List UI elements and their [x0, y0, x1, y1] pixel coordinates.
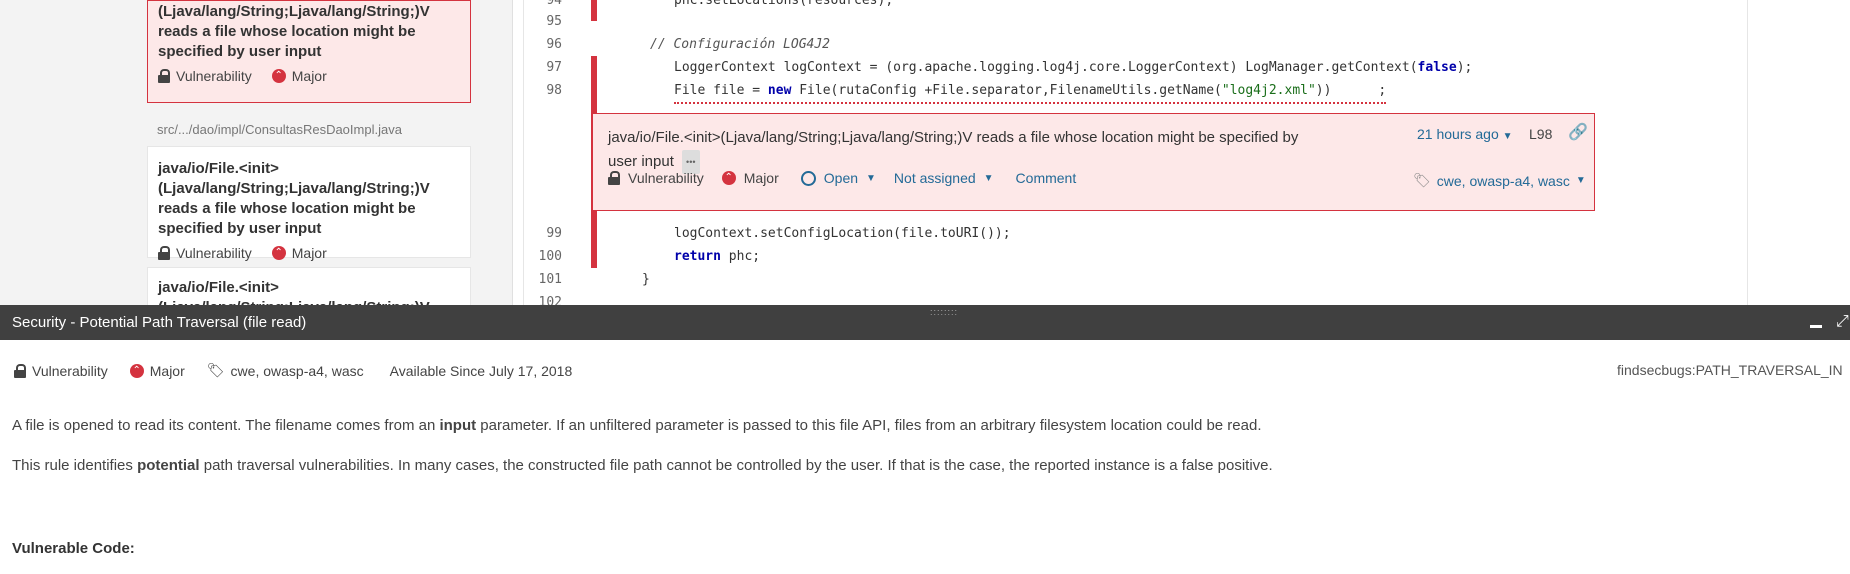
issue-severity: Major — [743, 170, 779, 186]
line-number: 99 — [546, 226, 562, 241]
line-number: 100 — [538, 249, 562, 264]
rule-description-paragraph: This rule identifies potential path trav… — [12, 457, 1273, 474]
issue-marker-bar — [591, 79, 597, 102]
issue-type: Vulnerability — [176, 245, 252, 261]
line-number: 101 — [538, 272, 562, 287]
chevron-down-icon: ▼ — [983, 172, 994, 184]
issue-tags[interactable]: 🏷 cwe, owasp-a4, wasc ▼ — [1413, 172, 1586, 189]
vulnerable-code-heading: Vulnerable Code: — [12, 540, 135, 557]
code-text: LoggerContext logContext = (org.apache.l… — [674, 60, 1473, 75]
issue-card-title: (Ljava/lang/String;Ljava/lang/String;)V … — [158, 3, 430, 60]
issue-card[interactable]: java/io/File.<init>(Ljava/lang/String;Lj… — [147, 146, 471, 261]
rule-title: Security - Potential Path Traversal (fil… — [12, 314, 307, 331]
unlock-icon — [14, 363, 26, 378]
status-open-icon — [800, 170, 816, 186]
issue-type: Vulnerability — [176, 68, 252, 84]
line-number: 98 — [546, 83, 562, 98]
issue-detail-box[interactable]: java/io/File.<init>(Ljava/lang/String;Lj… — [592, 113, 1595, 211]
issue-time[interactable]: 21 hours ago ▼ — [1417, 126, 1513, 142]
code-text: return phc; — [674, 249, 761, 264]
issue-marker-bar — [591, 10, 597, 21]
assignee-dropdown[interactable]: Not assigned — [894, 170, 976, 186]
chevron-down-icon: ▼ — [866, 172, 876, 184]
issue-type: Vulnerability — [628, 170, 704, 186]
chevron-down-icon: ▼ — [1575, 175, 1586, 186]
issue-line-number: L98 — [1529, 126, 1553, 142]
issue-severity: Major — [291, 245, 327, 261]
rule-panel-body: Vulnerability ⌃ Major 🏷 cwe, owasp-a4, was… — [0, 340, 1850, 574]
resize-handle[interactable]: :::::::: — [930, 307, 958, 317]
code-text: } — [642, 272, 650, 287]
code-line: 101 } — [524, 268, 1747, 291]
status-dropdown[interactable]: Open — [824, 170, 858, 186]
issue-card-selected[interactable]: (Ljava/lang/String;Ljava/lang/String;)V … — [147, 0, 471, 103]
tag-icon: 🏷 — [1413, 172, 1431, 188]
tag-icon: 🏷 — [206, 362, 225, 378]
line-number: 97 — [546, 60, 562, 75]
issue-actions: Vulnerability ⌃ Major Open ▼ Not assigne… — [608, 170, 1076, 186]
unlock-icon — [158, 69, 170, 83]
major-severity-icon: ⌃ — [271, 246, 286, 260]
expand-icon[interactable]: ⤢ — [1836, 313, 1849, 331]
code-line: 99 logContext.setConfigLocation(file.toU… — [524, 222, 1747, 245]
code-line: 98 File file = new File(rutaConfig +File… — [524, 79, 1747, 104]
rule-type: Vulnerability — [14, 363, 108, 379]
unlock-icon — [608, 171, 620, 185]
code-line: 95 — [524, 10, 1747, 33]
rule-panel-header: Security - Potential Path Traversal (fil… — [0, 305, 1850, 340]
rule-severity: ⌃ Major — [129, 363, 185, 379]
major-severity-icon: ⌃ — [129, 363, 144, 378]
rule-meta: Vulnerability ⌃ Major 🏷 cwe, owasp-a4, was… — [14, 362, 572, 379]
unlock-icon — [158, 246, 170, 260]
line-number: 96 — [546, 37, 562, 52]
code-text: logContext.setConfigLocation(file.toURI(… — [674, 226, 1011, 241]
permalink-icon[interactable]: 🔗 — [1568, 122, 1588, 142]
rule-description-paragraph: A file is opened to read its content. Th… — [12, 417, 1262, 434]
code-line: 97 LoggerContext logContext = (org.apach… — [524, 56, 1747, 79]
chevron-down-icon: ▼ — [1502, 131, 1513, 142]
issue-marker-bar — [591, 56, 597, 79]
issue-message-line: java/io/File.<init>(Ljava/lang/String;Lj… — [608, 129, 1299, 146]
issue-card-title: java/io/File.<init>(Ljava/lang/String;Lj… — [158, 160, 430, 237]
rule-available-since: Available Since July 17, 2018 — [389, 362, 573, 379]
issue-message[interactable]: java/io/File.<init>(Ljava/lang/String;Lj… — [608, 126, 1408, 175]
issue-card-meta: Vulnerability ⌃ Major — [158, 68, 460, 84]
major-severity-icon: ⌃ — [721, 171, 736, 185]
issue-card-meta: Vulnerability ⌃ Major — [158, 245, 460, 261]
code-text-flagged[interactable]: File file = new File(rutaConfig +File.se… — [674, 79, 1387, 104]
issue-marker-bar — [591, 245, 597, 268]
line-number: 102 — [538, 295, 562, 305]
comment-button[interactable]: Comment — [1016, 170, 1077, 186]
code-line: 96 // Configuración LOG4J2 — [524, 33, 1747, 56]
issue-severity: Major — [291, 68, 327, 84]
code-comment: // Configuración LOG4J2 — [650, 37, 831, 52]
code-line: 100 return phc; — [524, 245, 1747, 268]
rule-tags: 🏷 cwe, owasp-a4, wasc — [206, 362, 364, 379]
file-path: src/.../dao/impl/ConsultasResDaoImpl.jav… — [157, 122, 402, 137]
code-line: 102 — [524, 291, 1747, 305]
line-number: 95 — [546, 14, 562, 29]
minimize-icon[interactable] — [1810, 325, 1822, 328]
issues-list-pane: (Ljava/lang/String;Ljava/lang/String;)V … — [0, 0, 513, 336]
major-severity-icon: ⌃ — [271, 69, 286, 83]
issue-marker-bar — [591, 222, 597, 245]
rule-key: findsecbugs:PATH_TRAVERSAL_IN — [1617, 362, 1843, 378]
